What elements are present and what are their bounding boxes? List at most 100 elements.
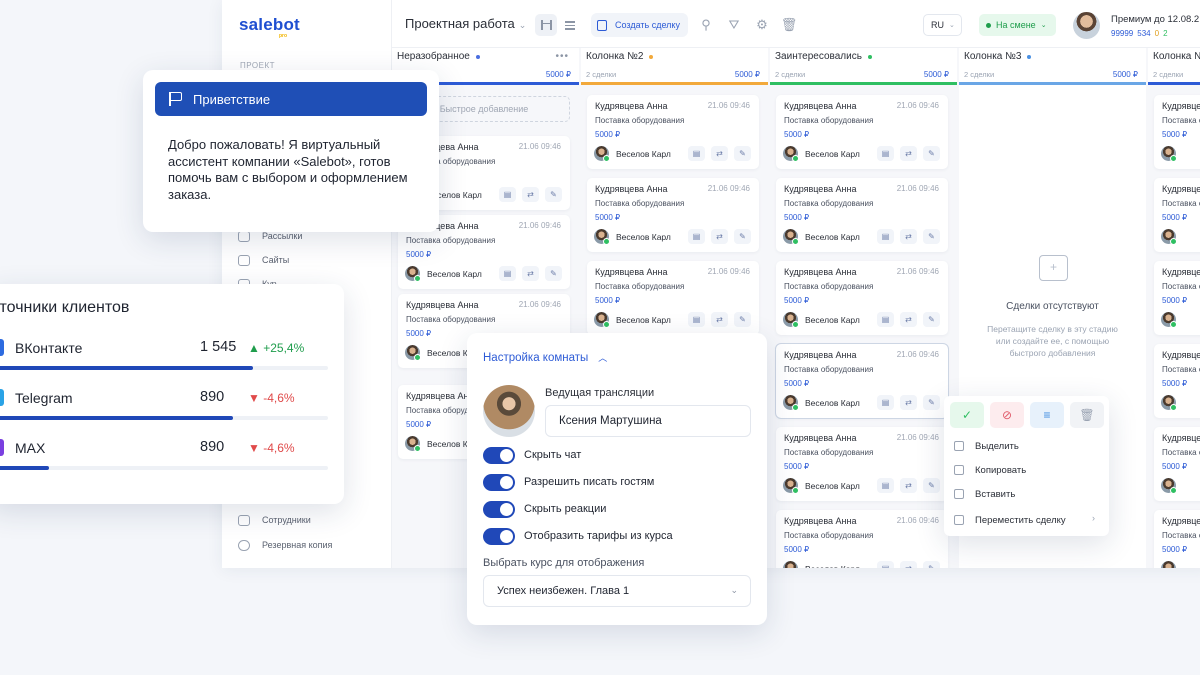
gear-icon[interactable]: ⚙ [754,17,770,33]
stack-icon[interactable]: ≡ [1030,402,1064,428]
toggle-hide-chat[interactable]: Скрыть чат [483,446,581,464]
search-icon[interactable]: ⚲ [698,17,714,33]
deal-card[interactable]: Кудрявцева АннаПоставка оборудования5000… [1154,344,1200,418]
deal-card[interactable]: Кудрявцева Анна21.06 09:46Поставка обору… [776,95,948,169]
transfer-icon[interactable]: ⇄ [522,187,539,202]
chat-icon[interactable]: ▤ [877,229,894,244]
menu-item-copy[interactable]: Копировать [954,461,1026,479]
filter-icon[interactable]: ⛛ [726,17,742,33]
transfer-icon[interactable]: ⇄ [900,395,917,410]
transfer-icon[interactable]: ⇄ [900,146,917,161]
switch[interactable] [483,446,515,464]
logo-sub: pro [279,33,288,39]
deal-card[interactable]: Кудрявцева АннаПоставка оборудования5000… [1154,178,1200,252]
avatar [783,229,799,245]
transfer-icon[interactable]: ⇄ [522,266,539,281]
cancel-icon[interactable]: ⊘ [990,402,1024,428]
menu-item-select[interactable]: Выделить [954,437,1019,455]
transfer-icon[interactable]: ⇄ [900,312,917,327]
trash-icon[interactable]: 🗑 [1070,402,1104,428]
deal-card[interactable]: Кудрявцева АннаПоставка оборудования5000… [1154,95,1200,169]
kanban-view-button[interactable] [535,14,557,36]
course-select[interactable]: Успех неизбежен. Глава 1 ⌄ [483,575,751,607]
deal-card[interactable]: Кудрявцева Анна21.06 09:46Поставка обору… [776,427,948,501]
more-icon[interactable]: ••• [555,51,569,62]
user-avatar[interactable] [1073,12,1100,39]
progress-track [0,466,328,470]
edit-icon[interactable]: ✎ [923,395,940,410]
source-change: ▲ +25,4% [248,341,305,355]
sidebar-item-staff[interactable]: Сотрудники [238,511,311,529]
transfer-icon[interactable]: ⇄ [900,478,917,493]
chat-icon[interactable]: ▤ [688,229,705,244]
toggle-hide-reactions[interactable]: Скрыть реакции [483,500,606,518]
transfer-icon[interactable]: ⇄ [711,146,728,161]
deal-card[interactable]: Кудрявцева АннаПоставка оборудования5000… [1154,510,1200,568]
source-row: Telegram 890 ▼ -4,6% [0,386,328,426]
room-settings-toggle[interactable]: Настройка комнаты ︿ [483,351,607,364]
status-dot [475,54,480,59]
edit-icon[interactable]: ✎ [923,561,940,568]
deal-card[interactable]: Кудрявцева Анна21.06 09:46Поставка обору… [587,261,759,335]
toggle-allow-guests[interactable]: Разрешить писать гостям [483,473,654,491]
chat-icon[interactable]: ▤ [877,146,894,161]
list-icon [565,20,575,30]
edit-icon[interactable]: ✎ [923,146,940,161]
chat-icon[interactable]: ▤ [688,146,705,161]
create-deal-button[interactable]: Создать сделку [591,13,688,37]
deal-card[interactable]: Кудрявцева Анна21.06 09:46Поставка обору… [776,261,948,335]
menu-item-paste[interactable]: Вставить [954,485,1015,503]
chat-icon[interactable]: ▤ [688,312,705,327]
chat-icon[interactable]: ▤ [877,478,894,493]
host-name-input[interactable]: Ксения Мартушина [545,405,751,437]
deal-card[interactable]: Кудрявцева Анна21.06 09:46Поставка обору… [776,510,948,568]
deal-context-menu: ✓ ⊘ ≡ 🗑 Выделить Копировать Вставить Пер… [944,396,1109,536]
trash-icon[interactable]: 🗑 [781,17,798,33]
deal-card[interactable]: Кудрявцева АннаПоставка оборудования5000… [1154,427,1200,501]
chat-icon[interactable]: ▤ [499,187,516,202]
edit-icon[interactable]: ✎ [923,478,940,493]
edit-icon[interactable]: ✎ [545,187,562,202]
transfer-icon[interactable]: ⇄ [711,312,728,327]
toggle-show-tariffs[interactable]: Отобразить тарифы из курса [483,527,673,545]
check-icon[interactable]: ✓ [950,402,984,428]
menu-item-move[interactable]: Переместить сделку [954,511,1066,529]
deal-card[interactable]: Кудрявцева Анна21.06 09:46Поставка обору… [587,95,759,169]
chat-icon[interactable]: ▤ [877,395,894,410]
deal-card[interactable]: Кудрявцева АннаПоставка оборудования5000… [1154,261,1200,335]
edit-icon[interactable]: ✎ [734,229,751,244]
transfer-icon[interactable]: ⇄ [711,229,728,244]
transfer-icon[interactable]: ⇄ [900,561,917,568]
sidebar-item-backup[interactable]: Резервная копия [238,536,332,554]
shift-status-button[interactable]: На смене ⌄ [979,14,1056,36]
edit-icon[interactable]: ✎ [923,312,940,327]
avatar [1161,561,1176,568]
project-selector[interactable]: Проектная работа ⌄ [405,16,526,31]
greeting-popup: Приветствие Добро пожаловать! Я виртуаль… [143,70,439,232]
list-view-button[interactable] [559,14,581,36]
greeting-header[interactable]: Приветствие [155,82,427,116]
column-color-line [770,82,957,85]
edit-icon[interactable]: ✎ [545,266,562,281]
switch[interactable] [483,473,515,491]
sidebar-item-sites[interactable]: Сайты [238,251,289,269]
chat-icon[interactable]: ▤ [877,561,894,568]
deal-card[interactable]: Кудрявцева Анна21.06 09:46Поставка обору… [587,178,759,252]
edit-icon[interactable]: ✎ [734,146,751,161]
avatar [783,395,799,411]
deal-card[interactable]: Кудрявцева Анна21.06 09:46Поставка обору… [776,178,948,252]
avatar [594,146,610,162]
switch[interactable] [483,500,515,518]
chevron-up-icon: ︿ [598,353,608,363]
deal-card-selected[interactable]: Кудрявцева Анна 21.06 09:46 Поставка обору… [775,343,949,419]
chat-icon[interactable]: ▤ [499,266,516,281]
avatar [405,266,421,282]
salebot-logo[interactable]: salebot [239,15,300,35]
chat-icon[interactable]: ▤ [877,312,894,327]
chevron-down-icon: ⌄ [1040,22,1047,29]
switch[interactable] [483,527,515,545]
language-select[interactable]: RU ⌄ [923,14,962,36]
edit-icon[interactable]: ✎ [923,229,940,244]
transfer-icon[interactable]: ⇄ [900,229,917,244]
edit-icon[interactable]: ✎ [734,312,751,327]
